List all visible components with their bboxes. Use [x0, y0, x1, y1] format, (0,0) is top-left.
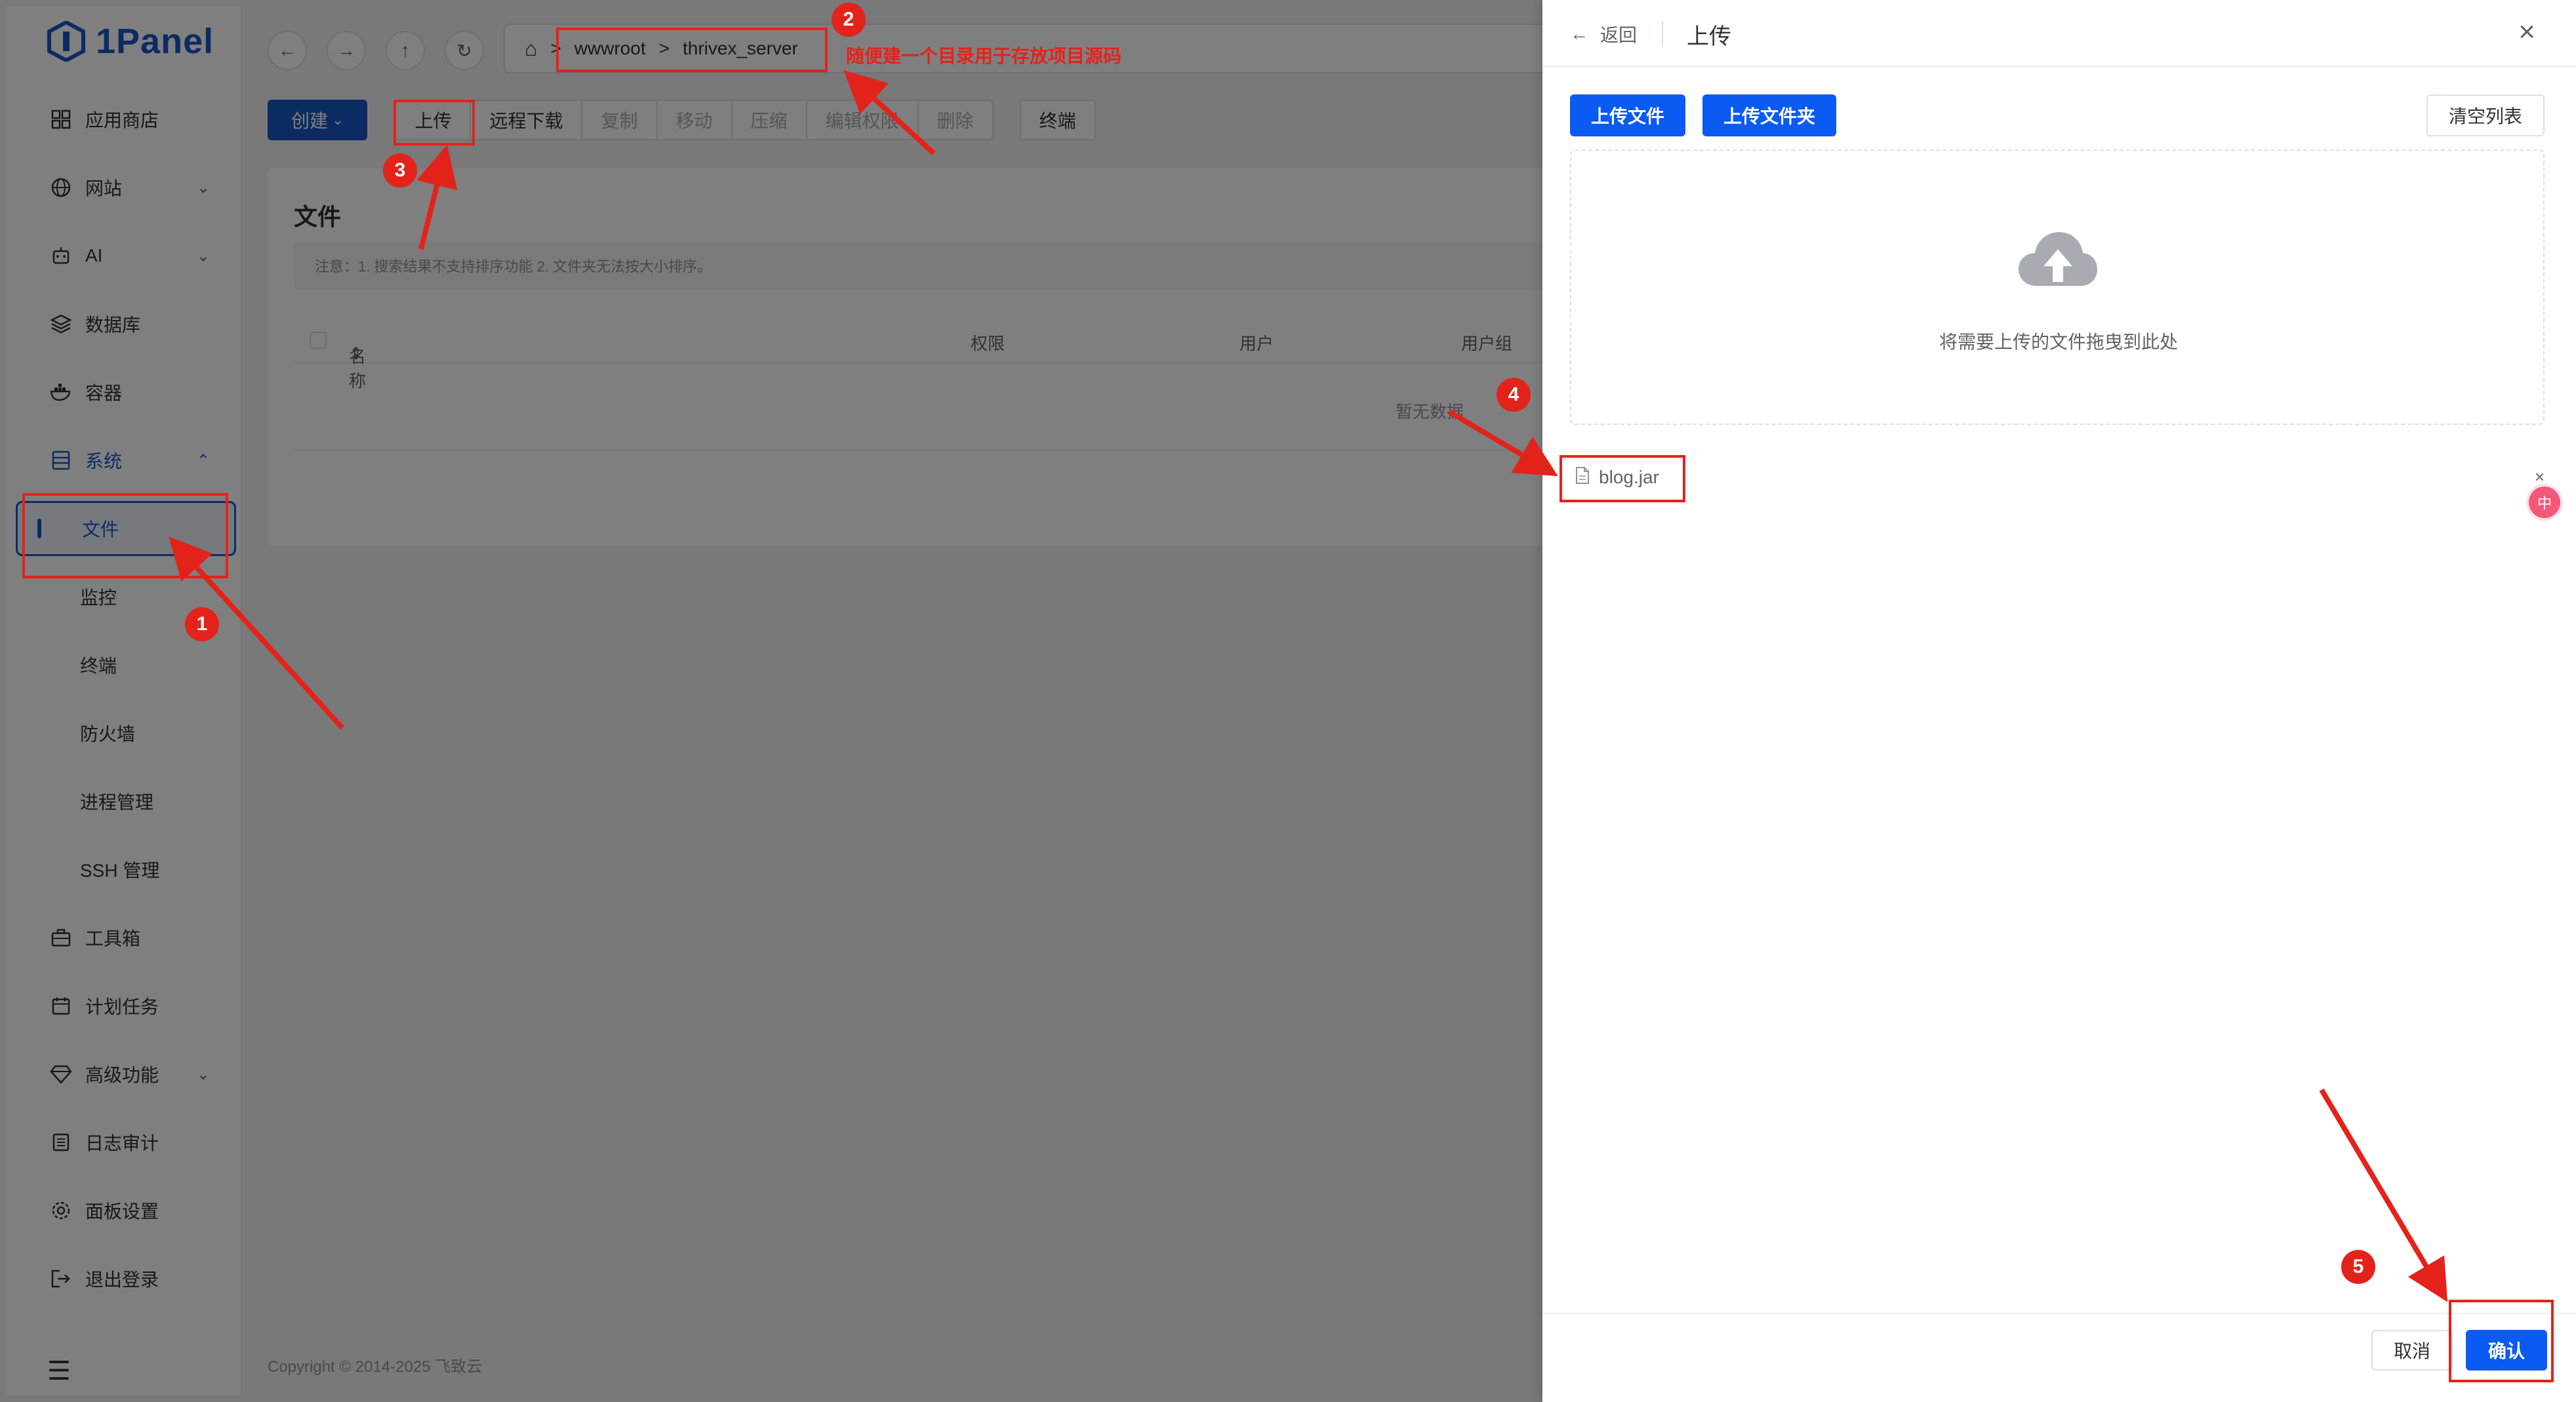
- upload-buttons: 上传文件 上传文件夹: [1570, 94, 1837, 136]
- drawer-title: 上传: [1687, 24, 1731, 49]
- confirm-button[interactable]: 确认: [2466, 1330, 2548, 1371]
- back-button[interactable]: ← 返回: [1570, 21, 1637, 47]
- dropzone-hint: 将需要上传的文件拖曳到此处: [1939, 332, 2178, 352]
- cloud-upload-icon: [2019, 232, 2097, 286]
- file-icon: [1575, 466, 1590, 489]
- back-label: 返回: [1600, 25, 1638, 45]
- drawer-header: ← 返回 上传 ×: [1542, 0, 2576, 67]
- upload-file-button[interactable]: 上传文件: [1570, 94, 1686, 136]
- clear-list-button[interactable]: 清空列表: [2426, 94, 2545, 136]
- file-name: blog.jar: [1599, 467, 1659, 487]
- close-icon[interactable]: ×: [2518, 16, 2535, 49]
- drawer-footer: 取消 确认: [1542, 1313, 2576, 1402]
- translate-icon[interactable]: 中: [2526, 484, 2563, 521]
- modal-overlay[interactable]: [0, 0, 1542, 1402]
- upload-file-item: blog.jar: [1562, 456, 1659, 498]
- app-root: 1Panel 应用商店 网站 ⌄ AI ⌄: [0, 0, 2576, 1402]
- upload-folder-button[interactable]: 上传文件夹: [1702, 94, 1837, 136]
- header-divider: [1662, 21, 1663, 46]
- upload-drawer: ← 返回 上传 × 上传文件 上传文件夹 清空列表 将需要上传的文件拖曳到此处 …: [1542, 0, 2576, 1402]
- cancel-button[interactable]: 取消: [2371, 1330, 2453, 1371]
- upload-dropzone[interactable]: 将需要上传的文件拖曳到此处: [1570, 150, 2545, 425]
- back-arrow-icon: ←: [1570, 24, 1588, 44]
